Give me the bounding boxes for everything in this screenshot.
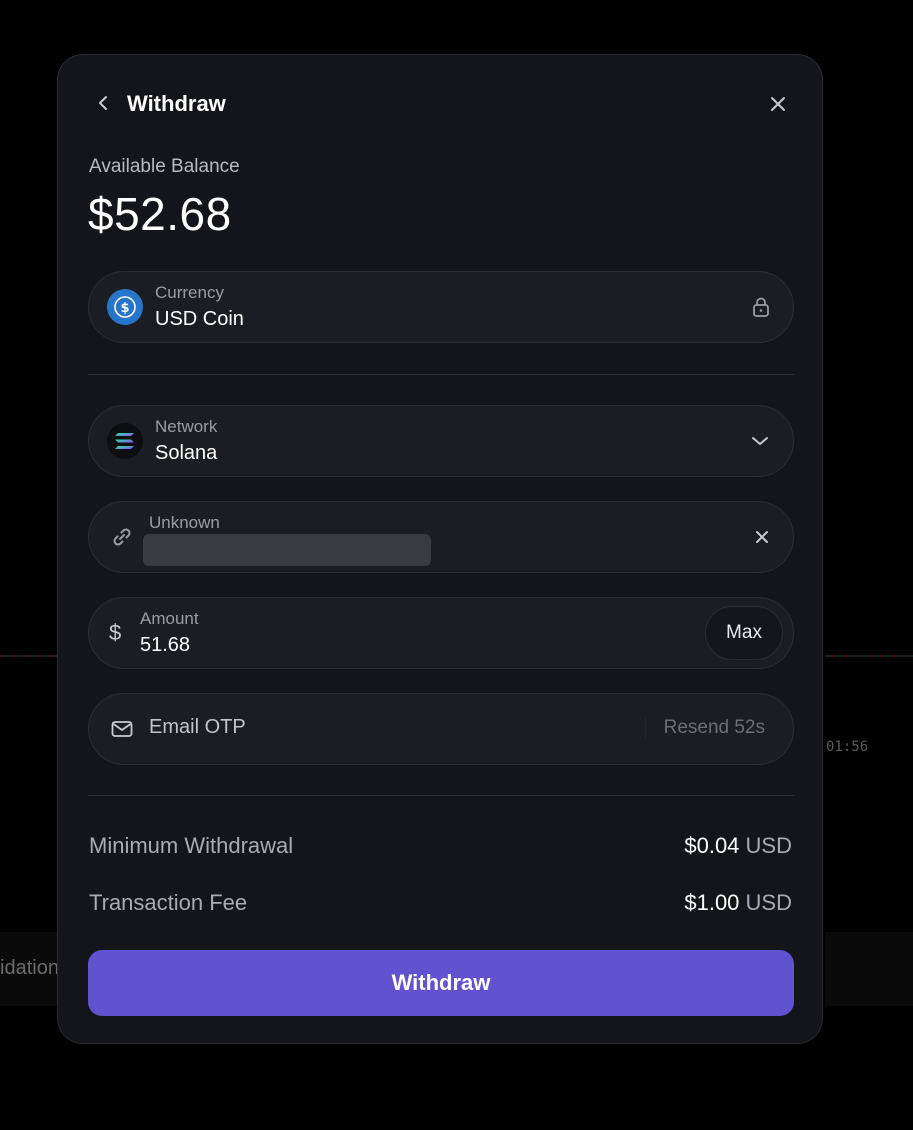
- background-time-text: 01:56: [826, 739, 869, 755]
- back-button[interactable]: [92, 91, 116, 115]
- close-icon: [756, 531, 768, 543]
- max-button[interactable]: Max: [705, 606, 783, 660]
- background-panel: [825, 932, 913, 1006]
- balance-label: Available Balance: [89, 156, 240, 177]
- background-chart-line: [0, 655, 58, 657]
- svg-text:$: $: [120, 301, 129, 316]
- usdc-icon: $: [107, 289, 143, 325]
- lock-icon: [751, 296, 771, 318]
- amount-label: Amount: [140, 609, 199, 628]
- modal-header: Withdraw: [58, 55, 822, 155]
- address-label: Unknown: [149, 513, 220, 532]
- address-value-redacted[interactable]: [143, 534, 431, 566]
- amount-field[interactable]: $ Amount 51.68 Max: [88, 597, 794, 669]
- balance-value: $52.68: [88, 188, 232, 240]
- solana-icon: [107, 423, 143, 459]
- minimum-withdrawal-label: Minimum Withdrawal: [89, 833, 294, 858]
- dollar-icon: $: [109, 620, 122, 645]
- close-button[interactable]: [766, 92, 790, 116]
- transaction-fee-label: Transaction Fee: [89, 890, 248, 915]
- resend-otp-button[interactable]: Resend 52s: [644, 717, 765, 739]
- withdraw-button[interactable]: Withdraw: [88, 950, 794, 1016]
- withdraw-modal: Withdraw Available Balance $52.68 $ Curr…: [57, 54, 823, 1044]
- email-otp-field[interactable]: Email OTP Resend 52s: [88, 693, 794, 765]
- network-select[interactable]: Network Solana: [88, 405, 794, 477]
- otp-input[interactable]: Email OTP: [149, 716, 246, 739]
- chevron-left-icon: [99, 96, 107, 110]
- divider: [88, 374, 794, 375]
- transaction-fee-value: $1.00 USD: [684, 890, 792, 915]
- network-label: Network: [155, 417, 218, 436]
- chevron-down-icon: [751, 435, 769, 447]
- currency-field: $ Currency USD Coin: [88, 271, 794, 343]
- close-icon: [771, 97, 785, 111]
- currency-label: Currency: [155, 283, 224, 302]
- amount-value[interactable]: 51.68: [140, 634, 190, 657]
- clear-address-button[interactable]: [755, 530, 769, 544]
- minimum-withdrawal-value: $0.04 USD: [684, 833, 792, 858]
- mail-icon: [111, 720, 133, 738]
- address-field[interactable]: Unknown: [88, 501, 794, 573]
- background-text: idation: [0, 957, 58, 979]
- network-value: Solana: [155, 442, 218, 464]
- currency-value: USD Coin: [155, 308, 244, 330]
- link-icon: [111, 526, 133, 548]
- background-chart-line: [825, 655, 913, 657]
- modal-title: Withdraw: [127, 91, 226, 116]
- divider: [88, 795, 794, 796]
